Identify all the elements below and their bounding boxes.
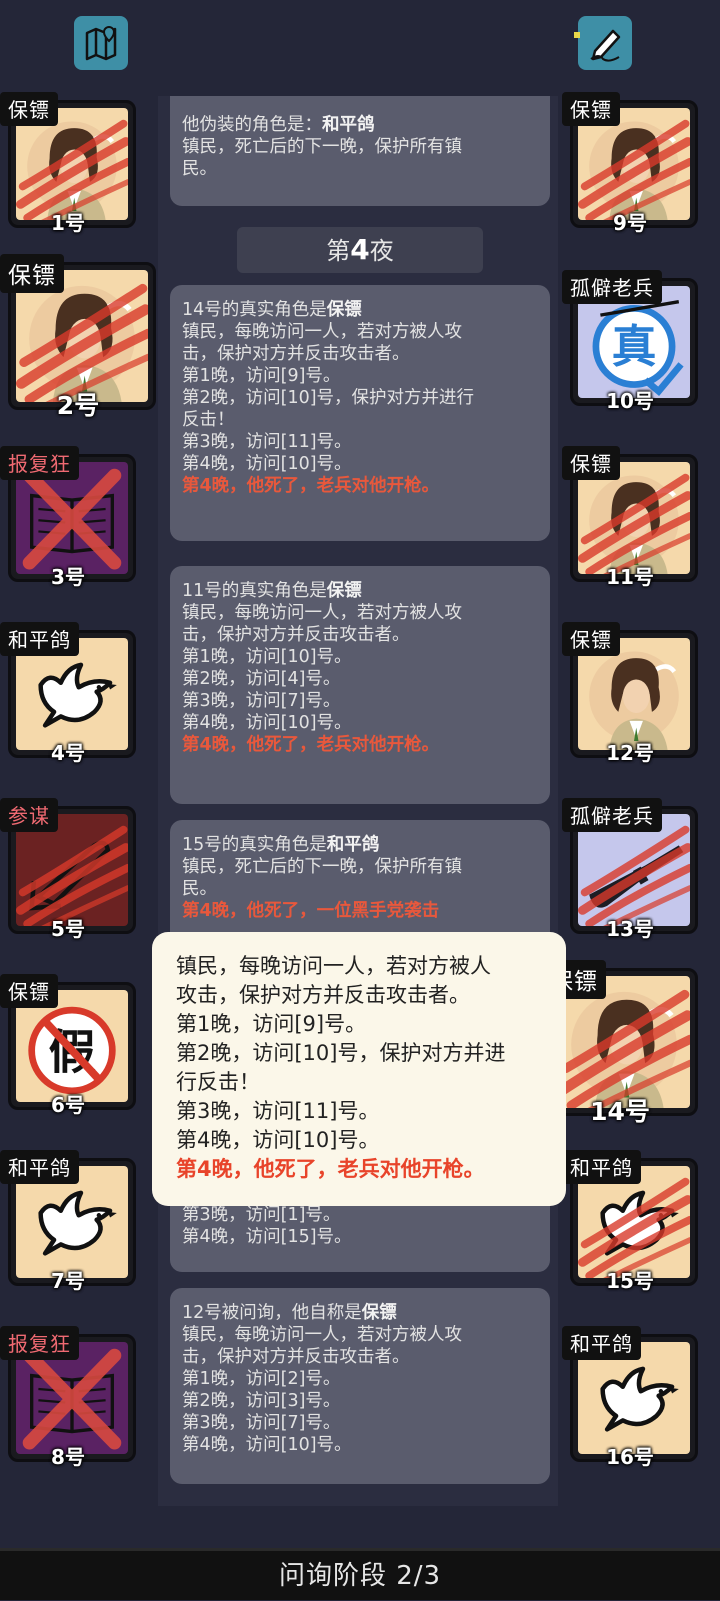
player-number: 16号 — [606, 1445, 654, 1469]
map-icon — [85, 25, 117, 61]
player-card[interactable]: 保镖 6号 — [0, 974, 136, 1117]
player-card[interactable]: 报复狂 8号 — [0, 1326, 136, 1469]
player-number: 1号 — [51, 211, 85, 235]
player-number: 9号 — [613, 211, 647, 235]
role-tag: 和平鸽 — [0, 1150, 79, 1184]
player-number: 7号 — [51, 1269, 85, 1293]
player-number: 13号 — [606, 917, 654, 941]
phase-status-bar: 问询阶段 2/3 — [0, 1548, 720, 1600]
message-15-true-role: 15号的真实角色是和平鸽 镇民，死亡后的下一晚，保护所有镇 民。 第4晚，他死了… — [170, 820, 550, 946]
player-card[interactable]: 保镖 9号 — [562, 92, 698, 235]
role-tag: 和平鸽 — [0, 622, 79, 656]
claw-mark-icon — [20, 830, 128, 926]
player-card[interactable]: 和平鸽 15号 — [562, 1150, 698, 1293]
player-card[interactable]: 保镖 2号 — [0, 254, 156, 420]
message-12-claim: 12号被问询，他自称是保镖 镇民，每晚访问一人，若对方被人攻 击，保护对方并反击… — [170, 1288, 550, 1484]
role-tag: 保镖 — [0, 92, 58, 126]
player-card[interactable]: 和平鸽 7号 — [0, 1150, 136, 1293]
player-number: 15号 — [606, 1269, 654, 1293]
role-tag: 保镖 — [562, 92, 620, 126]
player-number: 11号 — [606, 565, 654, 589]
role-tag: 孤僻老兵 — [562, 270, 662, 304]
note-edit-icon — [590, 29, 621, 62]
role-tag: 保镖 — [562, 446, 620, 480]
phase-label: 问询阶段 2/3 — [278, 1561, 442, 1591]
player-card[interactable]: 孤僻老兵 13号 — [562, 798, 698, 941]
role-tooltip: 镇民，每晚访问一人，若对方被人 攻击，保护对方并反击攻击者。 第1晚，访问[9]… — [152, 932, 566, 1206]
role-tag: 报复狂 — [0, 446, 79, 480]
role-tag: 和平鸽 — [562, 1150, 641, 1184]
player-number: 8号 — [51, 1445, 85, 1469]
role-tag: 保镖 — [562, 622, 620, 656]
role-tag: 保镖 — [0, 974, 58, 1008]
claw-mark-icon — [582, 830, 690, 926]
night-header: 第4夜 — [237, 227, 483, 273]
role-tag: 报复狂 — [0, 1326, 79, 1360]
player-number: 6号 — [51, 1093, 85, 1117]
note-button[interactable] — [578, 16, 632, 70]
player-number: 10号 — [606, 389, 654, 413]
player-card[interactable]: 保镖 12号 — [562, 622, 698, 765]
notification-dot — [574, 32, 580, 38]
role-tag: 参谋 — [0, 798, 58, 832]
role-tag: 保镖 — [0, 254, 64, 293]
message-disguise: 他伪装的角色是：和平鸽 镇民，死亡后的下一晚，保护所有镇 民。 — [170, 96, 550, 206]
player-card[interactable]: 和平鸽 16号 — [562, 1326, 698, 1469]
player-card[interactable]: 参谋 5号 — [0, 798, 136, 941]
player-card[interactable]: 保镖 1号 — [0, 92, 136, 235]
player-card[interactable]: 孤僻老兵 10号 — [562, 270, 698, 413]
player-card[interactable]: 和平鸽 4号 — [0, 622, 136, 765]
role-tag: 和平鸽 — [562, 1326, 641, 1360]
player-number: 3号 — [51, 565, 85, 589]
player-card[interactable]: 报复狂 3号 — [0, 446, 136, 589]
player-number: 2号 — [56, 391, 100, 420]
player-number: 4号 — [51, 741, 85, 765]
player-number: 12号 — [606, 741, 654, 765]
message-11-true-role: 11号的真实角色是保镖 镇民，每晚访问一人，若对方被人攻 击，保护对方并反击攻击… — [170, 566, 550, 804]
player-number: 5号 — [51, 917, 85, 941]
role-tag: 孤僻老兵 — [562, 798, 662, 832]
message-14-true-role: 14号的真实角色是保镖 镇民，每晚访问一人，若对方被人攻 击，保护对方并反击攻击… — [170, 285, 550, 541]
player-card[interactable]: 保镖 11号 — [562, 446, 698, 589]
map-button[interactable] — [74, 16, 128, 70]
